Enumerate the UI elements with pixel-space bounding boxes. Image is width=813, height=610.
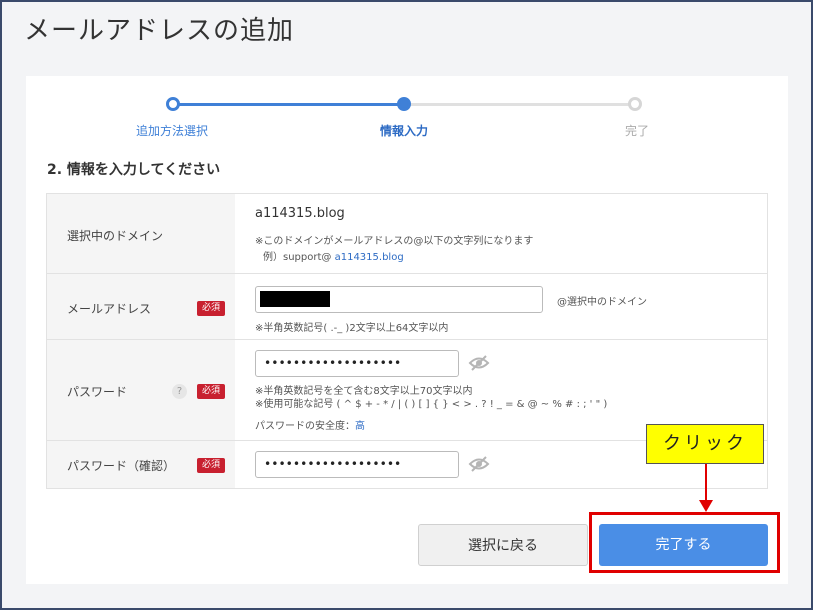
progress-stepper: 追加方法選択 情報入力 完了	[26, 76, 788, 146]
email-row: メールアドレス 必須 @選択中のドメイン ※半角英数記号( .-_ )2文字以上…	[47, 274, 767, 340]
domain-value: a114315.blog	[255, 206, 345, 221]
email-label: メールアドレス	[67, 302, 152, 316]
password-confirm-input[interactable]: •••••••••••••••••••	[255, 451, 459, 478]
domain-example: 例）support@ a114315.blog	[263, 252, 404, 263]
click-callout: クリック	[646, 424, 764, 464]
step-1-label: 追加方法選択	[136, 124, 209, 138]
step-3-dot	[628, 97, 642, 111]
eye-off-icon[interactable]	[468, 355, 490, 371]
domain-label: 選択中のドメイン	[67, 229, 164, 243]
password-required-badge: 必須	[197, 384, 225, 399]
step-1-dot	[166, 97, 180, 111]
form-card: 追加方法選択 情報入力 完了 2. 情報を入力してください 選択中のドメイン a…	[26, 76, 788, 584]
help-icon[interactable]: ?	[172, 384, 187, 399]
page-title: メールアドレスの追加	[24, 16, 295, 46]
password-confirm-required-badge: 必須	[197, 458, 225, 473]
password-label: パスワード	[67, 385, 128, 399]
domain-row: 選択中のドメイン a114315.blog ※このドメインがメールアドレスの@以…	[47, 194, 767, 274]
email-required-badge: 必須	[197, 301, 225, 316]
password-strength: パスワードの安全度：高	[255, 421, 365, 432]
arrow-line	[705, 464, 707, 502]
step-connector-pending	[409, 103, 635, 106]
step-connector-done	[177, 103, 403, 106]
email-input[interactable]	[255, 286, 543, 313]
email-note: ※半角英数記号( .-_ )2文字以上64文字以内	[255, 323, 449, 334]
email-domain-suffix: @選択中のドメイン	[557, 297, 647, 308]
highlight-box	[589, 512, 780, 573]
redacted-value	[260, 291, 330, 307]
domain-note: ※このドメインがメールアドレスの@以下の文字列になります	[255, 236, 534, 247]
eye-off-icon[interactable]	[468, 456, 490, 472]
step-3-label: 完了	[625, 124, 650, 138]
arrow-down-icon	[699, 500, 713, 512]
password-note-symbols: ※使用可能な記号 ( ^ $ + - * / | ( ) [ ] { } < >…	[255, 399, 608, 410]
back-button[interactable]: 選択に戻る	[418, 524, 588, 566]
domain-example-link: a114315.blog	[334, 252, 404, 263]
password-confirm-label: パスワード（確認）	[67, 459, 176, 473]
password-strength-value: 高	[355, 421, 365, 432]
section-title: 2. 情報を入力してください	[47, 162, 221, 178]
step-2-dot	[397, 97, 411, 111]
step-2-label: 情報入力	[380, 124, 429, 138]
password-input[interactable]: •••••••••••••••••••	[255, 350, 459, 377]
